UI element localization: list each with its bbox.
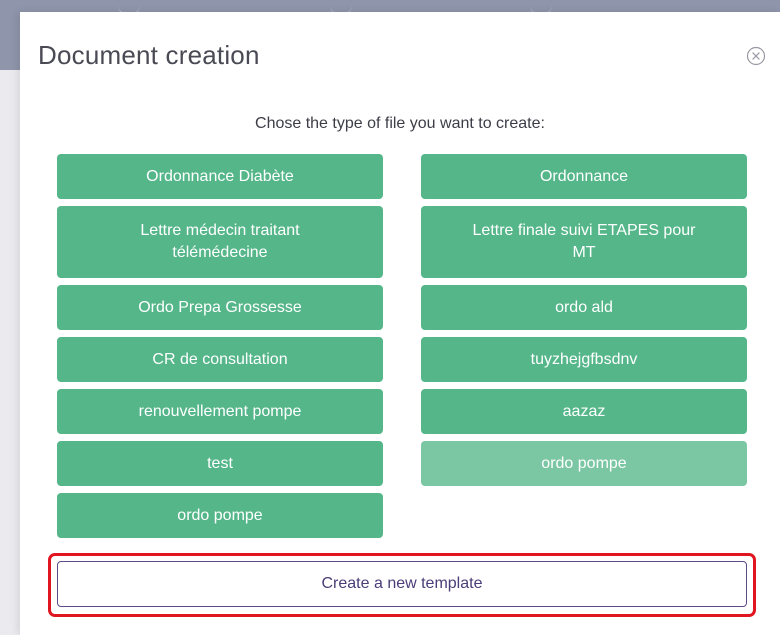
template-button[interactable]: ordo pompe <box>57 493 383 538</box>
app-sidebar <box>0 70 20 635</box>
modal-subtitle: Chose the type of file you want to creat… <box>255 115 545 132</box>
template-button[interactable]: Ordo Prepa Grossesse <box>57 285 383 330</box>
modal-title: Document creation <box>38 40 260 70</box>
template-button[interactable]: Ordonnance <box>421 154 747 199</box>
document-creation-modal: Document creation Chose the type of file… <box>20 12 780 635</box>
template-button[interactable]: CR de consultation <box>57 337 383 382</box>
create-template-button[interactable]: Create a new template <box>57 561 747 607</box>
template-button[interactable]: Lettre médecin traitant télémédecine <box>57 206 383 278</box>
template-grid: Ordonnance Diabète Ordonnance Lettre médec… <box>57 154 747 538</box>
template-button[interactable]: renouvellement pompe <box>57 389 383 434</box>
template-button[interactable]: ordo pompe <box>421 441 747 486</box>
template-button[interactable]: ordo ald <box>421 285 747 330</box>
template-button[interactable]: Ordonnance Diabète <box>57 154 383 199</box>
close-circle-icon <box>746 46 766 66</box>
template-button[interactable]: Lettre finale suivi ETAPES pour MT <box>421 206 747 278</box>
template-button[interactable]: aazaz <box>421 389 747 434</box>
template-button[interactable]: tuyzhejgfbsdnv <box>421 337 747 382</box>
close-button[interactable] <box>746 46 766 66</box>
template-button[interactable]: test <box>57 441 383 486</box>
